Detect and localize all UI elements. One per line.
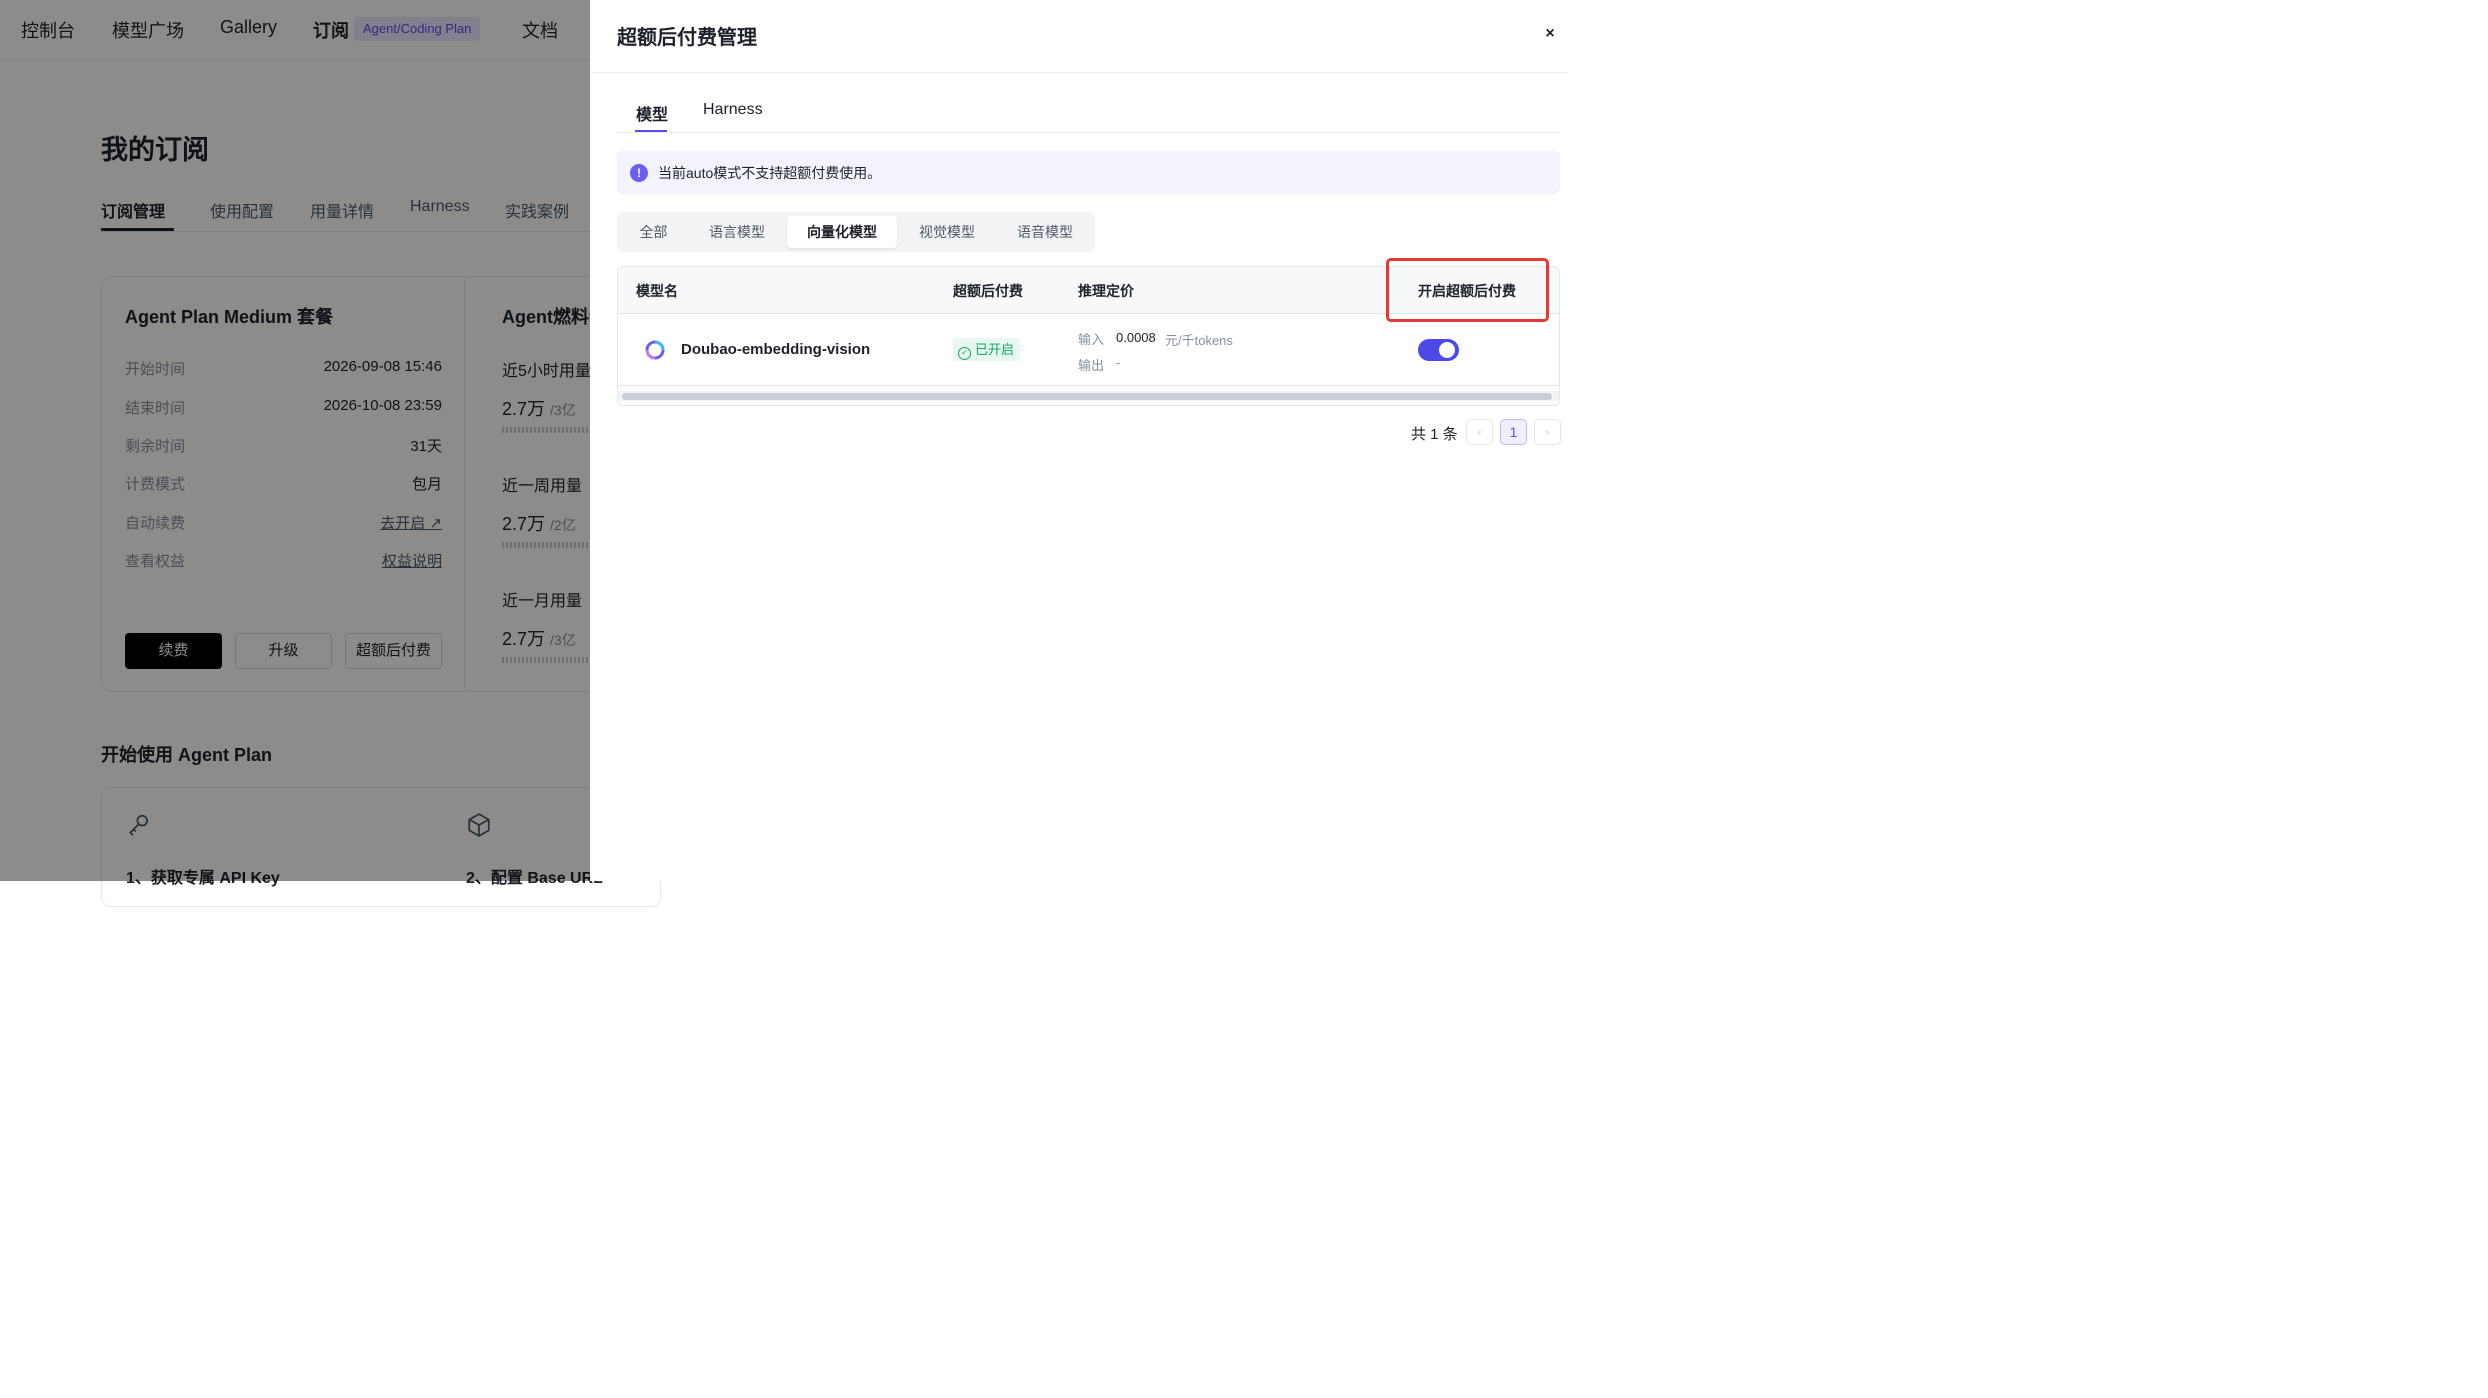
status-badge: ✓ 已开启 [953, 338, 1021, 361]
category-vision[interactable]: 视觉模型 [900, 216, 994, 248]
overage-billing-drawer: 超额后付费管理 × 模型 Harness ! 当前auto模式不支持超额付费使用… [590, 0, 1568, 881]
output-price-label: 输出 [1078, 358, 1105, 373]
tab-models[interactable]: 模型 [636, 101, 668, 125]
prev-page-button[interactable]: ‹ [1466, 419, 1493, 445]
category-all[interactable]: 全部 [621, 216, 686, 248]
header-overage: 超额后付费 [953, 283, 1023, 299]
table-row: Doubao-embedding-vision ✓ 已开启 输入 0.0008 元… [618, 314, 1559, 386]
enable-overage-toggle[interactable] [1418, 339, 1459, 361]
input-price-value: 0.0008 [1116, 330, 1156, 345]
active-tab-underline [635, 130, 667, 132]
model-category-filter: 全部 语言模型 向量化模型 视觉模型 语音模型 [617, 212, 1095, 252]
model-name: Doubao-embedding-vision [681, 341, 871, 358]
header-pricing: 推理定价 [1078, 283, 1134, 299]
tab-harness[interactable]: Harness [703, 101, 763, 119]
output-price-value: - [1116, 355, 1121, 370]
toggle-knob [1439, 342, 1455, 358]
info-icon: ! [630, 164, 648, 182]
drawer-title: 超额后付费管理 [617, 27, 757, 49]
input-price-label: 输入 [1078, 332, 1105, 347]
info-notice: ! 当前auto模式不支持超额付费使用。 [617, 151, 1560, 194]
scrollbar-thumb[interactable] [622, 393, 1552, 400]
check-circle-icon: ✓ [958, 347, 971, 360]
notice-text: 当前auto模式不支持超额付费使用。 [658, 165, 882, 181]
close-icon[interactable]: × [1540, 24, 1560, 44]
input-price-unit: 元/千tokens [1165, 333, 1233, 348]
category-embedding[interactable]: 向量化模型 [787, 216, 897, 248]
highlight-box [1386, 258, 1549, 322]
page-1-button[interactable]: 1 [1500, 419, 1527, 445]
pagination-total: 共 1 条 [1411, 426, 1458, 443]
next-page-button[interactable]: › [1534, 419, 1561, 445]
drawer-divider [590, 72, 1568, 73]
category-language[interactable]: 语言模型 [690, 216, 784, 248]
doubao-logo-icon [645, 340, 665, 360]
header-model-name: 模型名 [636, 283, 678, 299]
category-speech[interactable]: 语音模型 [998, 216, 1092, 248]
drawer-tabs: 模型 Harness [617, 94, 1560, 133]
modal-overlay[interactable] [0, 0, 590, 881]
horizontal-scrollbar[interactable] [618, 391, 1559, 401]
